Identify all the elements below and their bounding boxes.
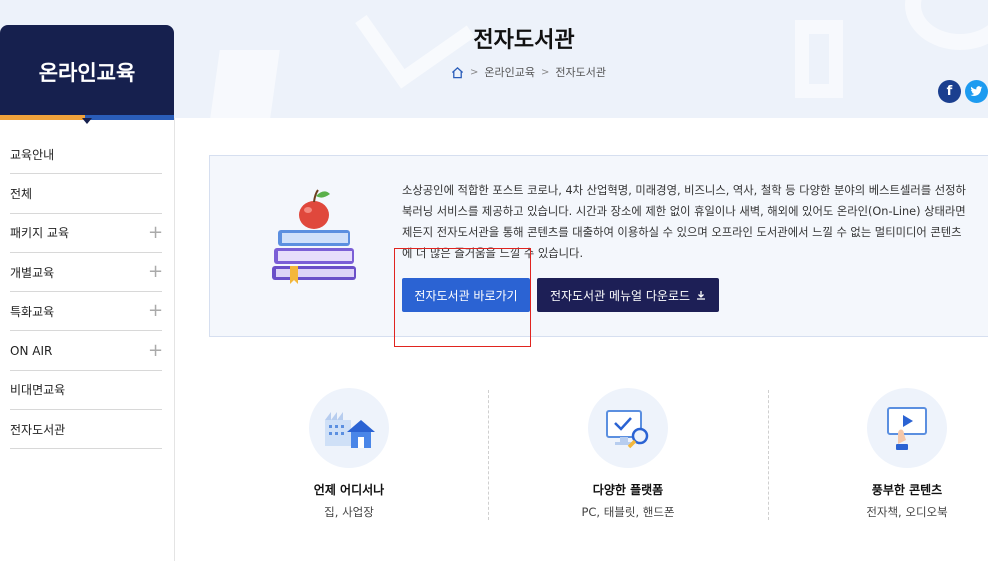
- breadcrumb-item[interactable]: 온라인교육: [484, 64, 535, 80]
- intro-line: 북러닝 서비스를 제공하고 있습니다. 시간과 장소에 제한 없이 휴일이나 새…: [402, 205, 966, 218]
- feature-subtitle: PC, 태블릿, 핸드폰: [581, 505, 675, 519]
- sidebar-item-untact[interactable]: 비대면교육: [10, 371, 162, 411]
- plus-icon[interactable]: +: [148, 263, 163, 281]
- facebook-icon: f: [946, 84, 953, 99]
- feature-platform: 다양한 플랫폼 PC, 태블릿, 핸드폰: [528, 388, 728, 520]
- plus-icon[interactable]: +: [148, 223, 163, 242]
- intro-line: 소상공인에 적합한 포스트 코로나, 4차 산업혁명, 미래경영, 비즈니스, …: [402, 184, 966, 197]
- twitter-share-button[interactable]: [965, 80, 988, 103]
- sidebar-item-education-guide[interactable]: 교육안내: [10, 135, 162, 175]
- sidebar-item-individual[interactable]: 개별교육 +: [10, 253, 163, 293]
- feature-title: 언제 어디서나: [313, 483, 385, 497]
- sidebar-item-e-library[interactable]: 전자도서관: [10, 410, 162, 450]
- feature-icon-circle: [588, 388, 668, 468]
- intro-line: 제든지 전자도서관을 통해 콘텐츠를 대출하여 이용하실 수 있으며 오프라인 …: [402, 226, 962, 239]
- sidebar-item-specialized[interactable]: 특화교육 +: [10, 292, 163, 332]
- sidebar-divider: [174, 118, 175, 561]
- feature-subtitle: 전자책, 오디오북: [866, 505, 948, 519]
- facebook-share-button[interactable]: f: [938, 80, 961, 103]
- breadcrumb: > 온라인교육 > 전자도서관: [451, 64, 606, 80]
- sidebar-item-all[interactable]: 전체: [10, 174, 162, 214]
- feature-content: 풍부한 콘텐츠 전자책, 오디오북: [807, 388, 988, 520]
- manual-download-button[interactable]: 전자도서관 메뉴얼 다운로드: [537, 278, 719, 312]
- monitor-search-icon: [606, 410, 649, 449]
- chevron-right-icon: >: [541, 66, 550, 78]
- feature-divider: [768, 390, 769, 520]
- manual-download-label: 전자도서관 메뉴얼 다운로드: [549, 288, 691, 303]
- plus-icon[interactable]: +: [148, 341, 163, 360]
- home-icon[interactable]: [451, 66, 464, 79]
- feature-title: 풍부한 콘텐츠: [871, 483, 943, 497]
- home-office-icon: [325, 412, 375, 448]
- feature-icon-circle: [867, 388, 947, 468]
- sidebar-title: 온라인교육: [0, 25, 174, 118]
- highlight-box: [394, 248, 531, 347]
- video-touch-icon: [887, 407, 927, 450]
- feature-anytime: 언제 어디서나 집, 사업장: [249, 388, 449, 520]
- plus-icon[interactable]: +: [148, 302, 163, 320]
- feature-icon-circle: [309, 388, 389, 468]
- banner-decoration: [210, 50, 280, 118]
- feature-divider: [488, 390, 489, 520]
- feature-title: 다양한 플랫폼: [592, 483, 664, 497]
- books-apple-illustration: [272, 189, 356, 284]
- sidebar-menu: 교육안내 전체 패키지 교육 + 개별교육 + 특화교육 + ON AIR + 비대면교…: [10, 135, 163, 450]
- sidebar-notch: [82, 118, 92, 124]
- sidebar-item-package[interactable]: 패키지 교육 +: [10, 214, 163, 253]
- feature-subtitle: 집, 사업장: [324, 505, 374, 519]
- twitter-icon: [970, 86, 983, 96]
- download-icon: [697, 291, 706, 300]
- sidebar-item-on-air[interactable]: ON AIR +: [10, 331, 163, 371]
- breadcrumb-item-current[interactable]: 전자도서관: [555, 64, 606, 80]
- chevron-right-icon: >: [470, 66, 479, 78]
